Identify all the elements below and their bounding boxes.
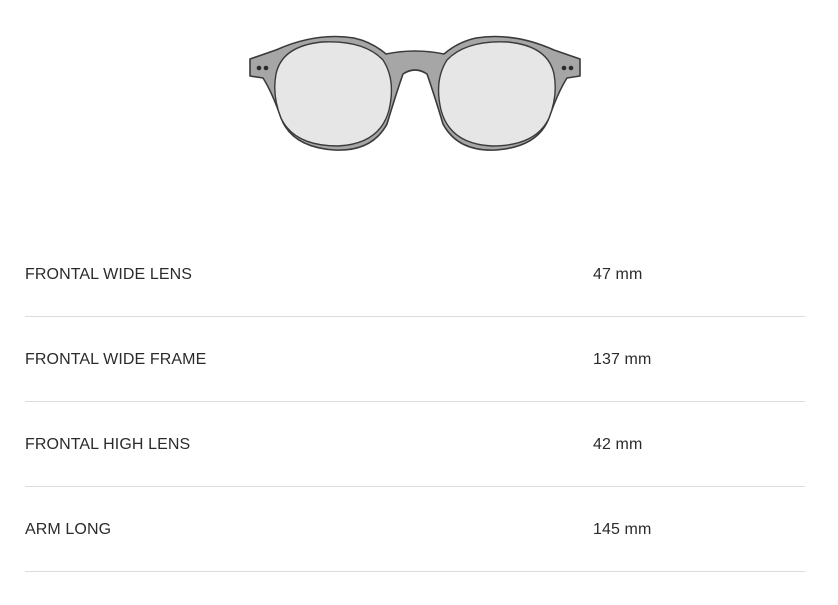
spec-label: ARM LONG	[25, 521, 112, 538]
spec-row-arm-long: ARM LONG 145 mm	[25, 487, 805, 572]
spec-value: 145 mm	[593, 521, 652, 538]
spec-value: 42 mm	[593, 436, 643, 453]
spec-row-frontal-wide-lens: FRONTAL WIDE LENS 47 mm	[25, 232, 805, 317]
glasses-illustration	[246, 32, 584, 154]
glasses-frame-icon	[249, 35, 581, 151]
measurements-table: FRONTAL WIDE LENS 47 mm FRONTAL WIDE FRA…	[25, 232, 805, 572]
spec-row-frontal-wide-frame: FRONTAL WIDE FRAME 137 mm	[25, 317, 805, 402]
spec-label: FRONTAL HIGH LENS	[25, 436, 191, 453]
spec-value: 47 mm	[593, 266, 643, 283]
spec-value: 137 mm	[593, 351, 652, 368]
spec-row-frontal-high-lens: FRONTAL HIGH LENS 42 mm	[25, 402, 805, 487]
spec-label: FRONTAL WIDE FRAME	[25, 351, 207, 368]
spec-label: FRONTAL WIDE LENS	[25, 266, 193, 283]
